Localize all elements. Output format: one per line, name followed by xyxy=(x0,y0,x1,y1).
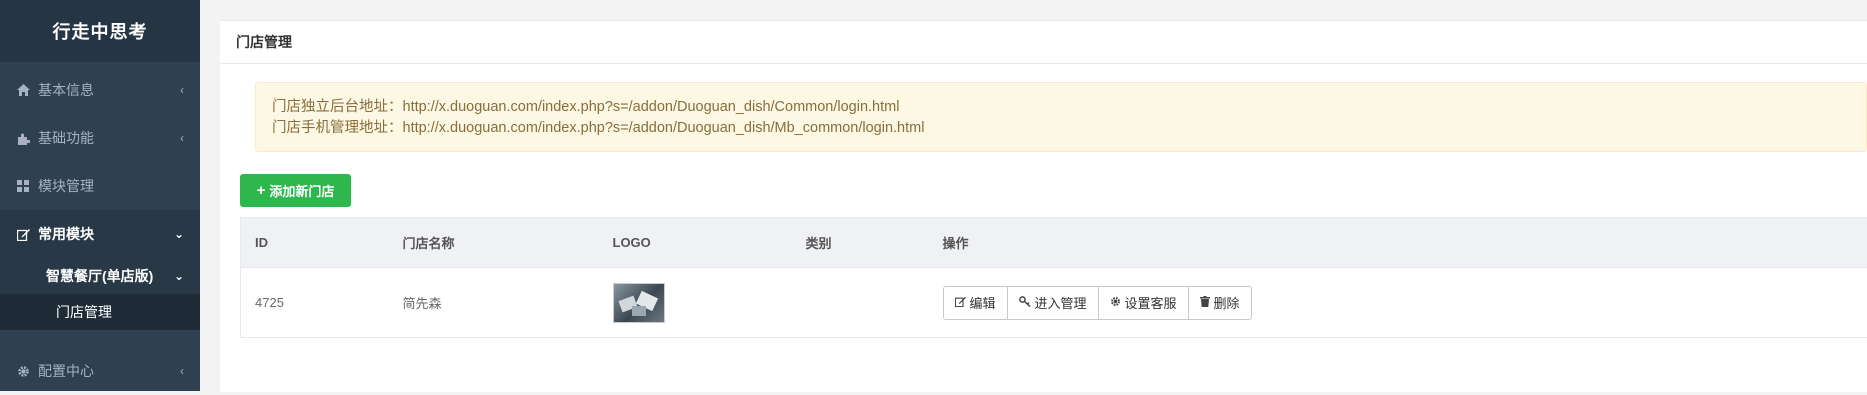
main-panel: 门店管理 门店独立后台地址：http://x.duoguan.com/index… xyxy=(220,20,1867,392)
enter-management-label: 进入管理 xyxy=(1035,293,1087,312)
sidebar-item-basic-functions[interactable]: 基础功能 ‹ xyxy=(0,114,200,162)
delete-button[interactable]: 删除 xyxy=(1189,287,1251,319)
sidebar-subitem-label: 智慧餐厅(单店版) xyxy=(46,266,153,286)
table-row: 4725 简先森 xyxy=(241,268,1867,338)
home-icon xyxy=(16,83,30,97)
column-header-id: ID xyxy=(241,218,389,268)
key-icon xyxy=(1019,296,1031,310)
chevron-left-icon: ‹ xyxy=(180,83,184,97)
enter-management-button[interactable]: 进入管理 xyxy=(1008,287,1099,319)
add-store-label: 添加新门店 xyxy=(269,181,334,200)
column-header-actions: 操作 xyxy=(929,218,1867,268)
store-logo-image xyxy=(613,283,665,323)
delete-label: 删除 xyxy=(1214,293,1240,312)
chevron-down-icon: ⌄ xyxy=(174,269,184,283)
mobile-url-text: 门店手机管理地址：http://x.duoguan.com/index.php?… xyxy=(272,118,1850,139)
gear-icon xyxy=(1110,296,1121,310)
edit-icon xyxy=(16,227,30,241)
edit-icon xyxy=(955,296,966,310)
edit-label: 编辑 xyxy=(970,293,996,312)
column-header-logo: LOGO xyxy=(599,218,792,268)
row-actions: 编辑 进入管理 设置客服 xyxy=(943,286,1252,320)
sidebar-subitem-label: 门店管理 xyxy=(56,302,112,322)
sidebar-item-label: 配置中心 xyxy=(38,361,94,381)
gear-icon xyxy=(16,364,30,378)
sidebar: 行走中思考 基本信息 ‹ 基础功能 ‹ 模块管理 常用模块 ⌄ 智慧餐厅(单店版… xyxy=(0,0,200,391)
table-header-row: ID 门店名称 LOGO 类别 操作 xyxy=(241,218,1867,268)
sidebar-item-label: 模块管理 xyxy=(38,176,94,196)
column-header-category: 类别 xyxy=(792,218,929,268)
sidebar-item-label: 基础功能 xyxy=(38,128,94,148)
sidebar-subitem-store-management[interactable]: 门店管理 xyxy=(0,294,200,330)
sidebar-item-basic-info[interactable]: 基本信息 ‹ xyxy=(0,66,200,114)
trash-icon xyxy=(1200,296,1210,310)
chevron-left-icon: ‹ xyxy=(180,131,184,145)
plus-icon: + xyxy=(257,182,266,199)
cell-category xyxy=(792,268,929,338)
chevron-left-icon: ‹ xyxy=(180,364,184,378)
cell-name: 简先森 xyxy=(389,268,599,338)
sidebar-item-label: 常用模块 xyxy=(38,224,94,244)
sidebar-item-config-center[interactable]: 配置中心 ‹ xyxy=(0,347,200,395)
set-service-button[interactable]: 设置客服 xyxy=(1099,287,1189,319)
sidebar-item-module-management[interactable]: 模块管理 xyxy=(0,162,200,210)
store-table: ID 门店名称 LOGO 类别 操作 4725 简先森 xyxy=(240,217,1867,338)
set-service-label: 设置客服 xyxy=(1125,293,1177,312)
add-store-button[interactable]: + 添加新门店 xyxy=(240,174,351,207)
column-header-name: 门店名称 xyxy=(389,218,599,268)
chevron-down-icon: ⌄ xyxy=(174,227,184,241)
sidebar-item-common-modules[interactable]: 常用模块 ⌄ xyxy=(0,210,200,258)
page-title: 门店管理 xyxy=(220,21,1867,64)
info-alert: 门店独立后台地址：http://x.duoguan.com/index.php?… xyxy=(255,82,1867,152)
sidebar-subitem-smart-restaurant[interactable]: 智慧餐厅(单店版) ⌄ xyxy=(0,258,200,294)
cell-id: 4725 xyxy=(241,268,389,338)
puzzle-icon xyxy=(16,131,30,145)
edit-button[interactable]: 编辑 xyxy=(944,287,1008,319)
sidebar-item-label: 基本信息 xyxy=(38,80,94,100)
app-title: 行走中思考 xyxy=(0,0,200,62)
admin-url-text: 门店独立后台地址：http://x.duoguan.com/index.php?… xyxy=(272,97,1850,118)
grid-icon xyxy=(16,179,30,193)
